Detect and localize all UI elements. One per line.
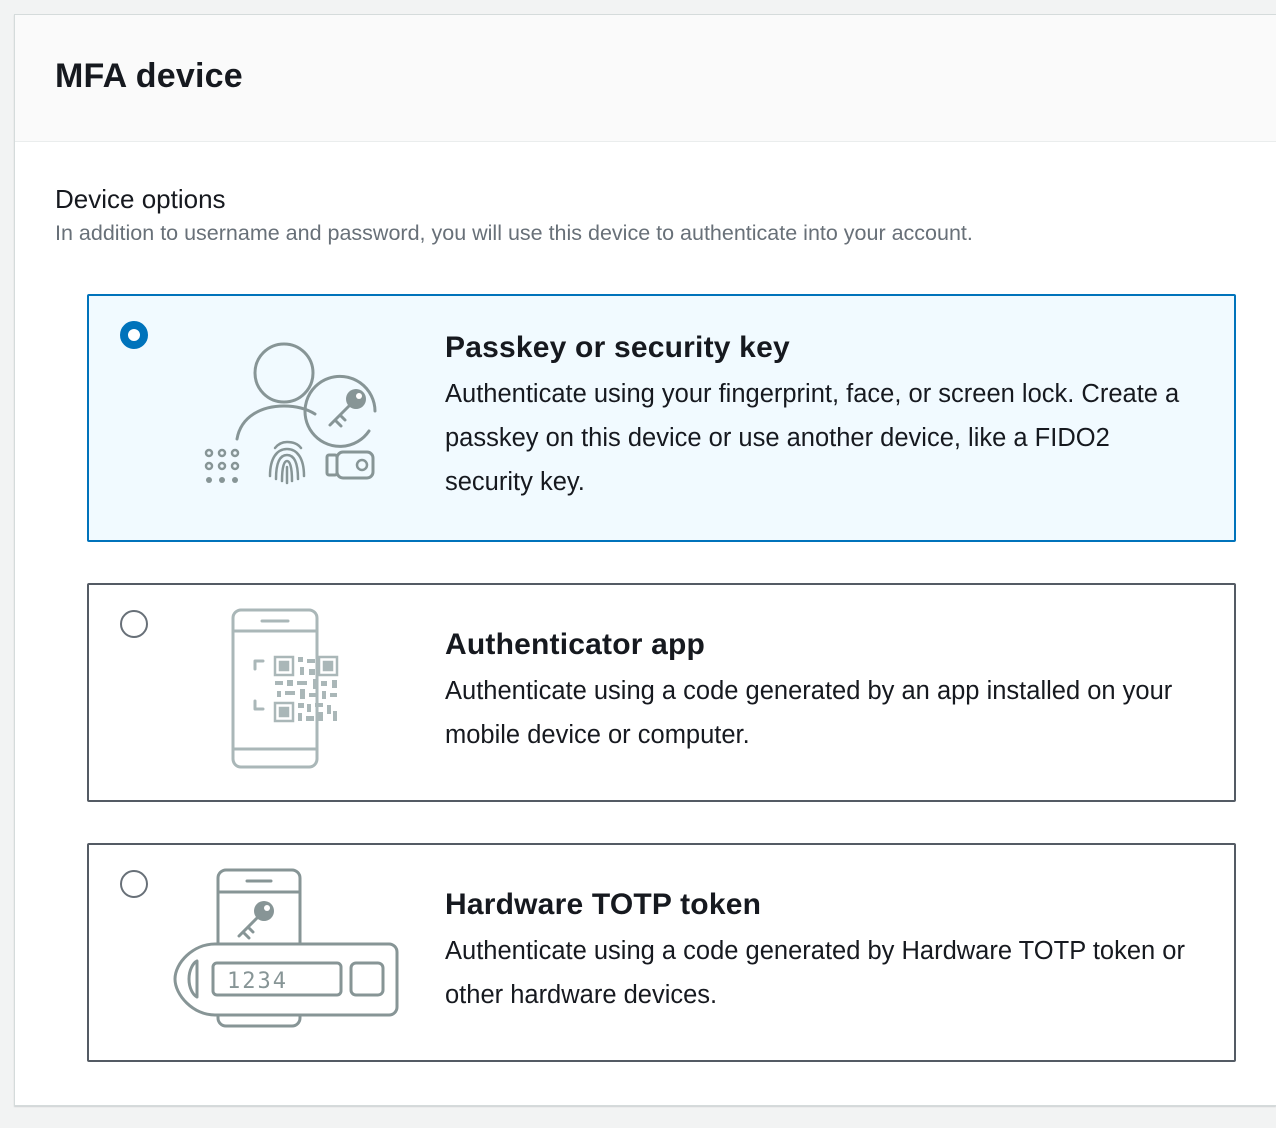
device-options-radio-group: Passkey or security key Authenticate usi… <box>87 294 1236 1062</box>
radio-authenticator-app[interactable] <box>120 610 148 638</box>
hardware-token-illustration: 1234 <box>167 867 407 1031</box>
option-passkey[interactable]: Passkey or security key Authenticate usi… <box>87 294 1236 542</box>
passkey-illustration <box>167 336 407 496</box>
device-options-label: Device options <box>55 184 226 214</box>
panel-header: MFA device <box>15 15 1276 142</box>
mfa-device-panel: MFA device Device options In addition to… <box>14 14 1276 1106</box>
radio-hardware-totp[interactable] <box>120 870 148 898</box>
option-hardware-totp-title: Hardware TOTP token <box>445 888 762 921</box>
option-authenticator-app-title: Authenticator app <box>445 628 706 661</box>
panel-body: Device options In addition to username a… <box>15 142 1276 1062</box>
option-authenticator-app-text: Authenticator app Authenticate using a c… <box>445 625 1204 757</box>
token-display-code: 1234 <box>227 969 288 994</box>
option-authenticator-app-description: Authenticate using a code generated by a… <box>445 677 1173 749</box>
option-passkey-title: Passkey or security key <box>445 331 790 364</box>
option-hardware-totp-description: Authenticate using a code generated by H… <box>445 937 1185 1009</box>
radio-passkey[interactable] <box>120 321 148 349</box>
authenticator-app-illustration <box>167 607 407 771</box>
option-passkey-text: Passkey or security key Authenticate usi… <box>445 328 1204 504</box>
option-passkey-description: Authenticate using your fingerprint, fac… <box>445 380 1180 496</box>
panel-title: MFA device <box>55 57 243 95</box>
option-hardware-totp[interactable]: 1234 Hardware TOTP token Authenticate us… <box>87 843 1236 1062</box>
device-options-description: In addition to username and password, yo… <box>55 221 973 245</box>
option-authenticator-app[interactable]: Authenticator app Authenticate using a c… <box>87 583 1236 802</box>
option-hardware-totp-text: Hardware TOTP token Authenticate using a… <box>445 885 1204 1017</box>
